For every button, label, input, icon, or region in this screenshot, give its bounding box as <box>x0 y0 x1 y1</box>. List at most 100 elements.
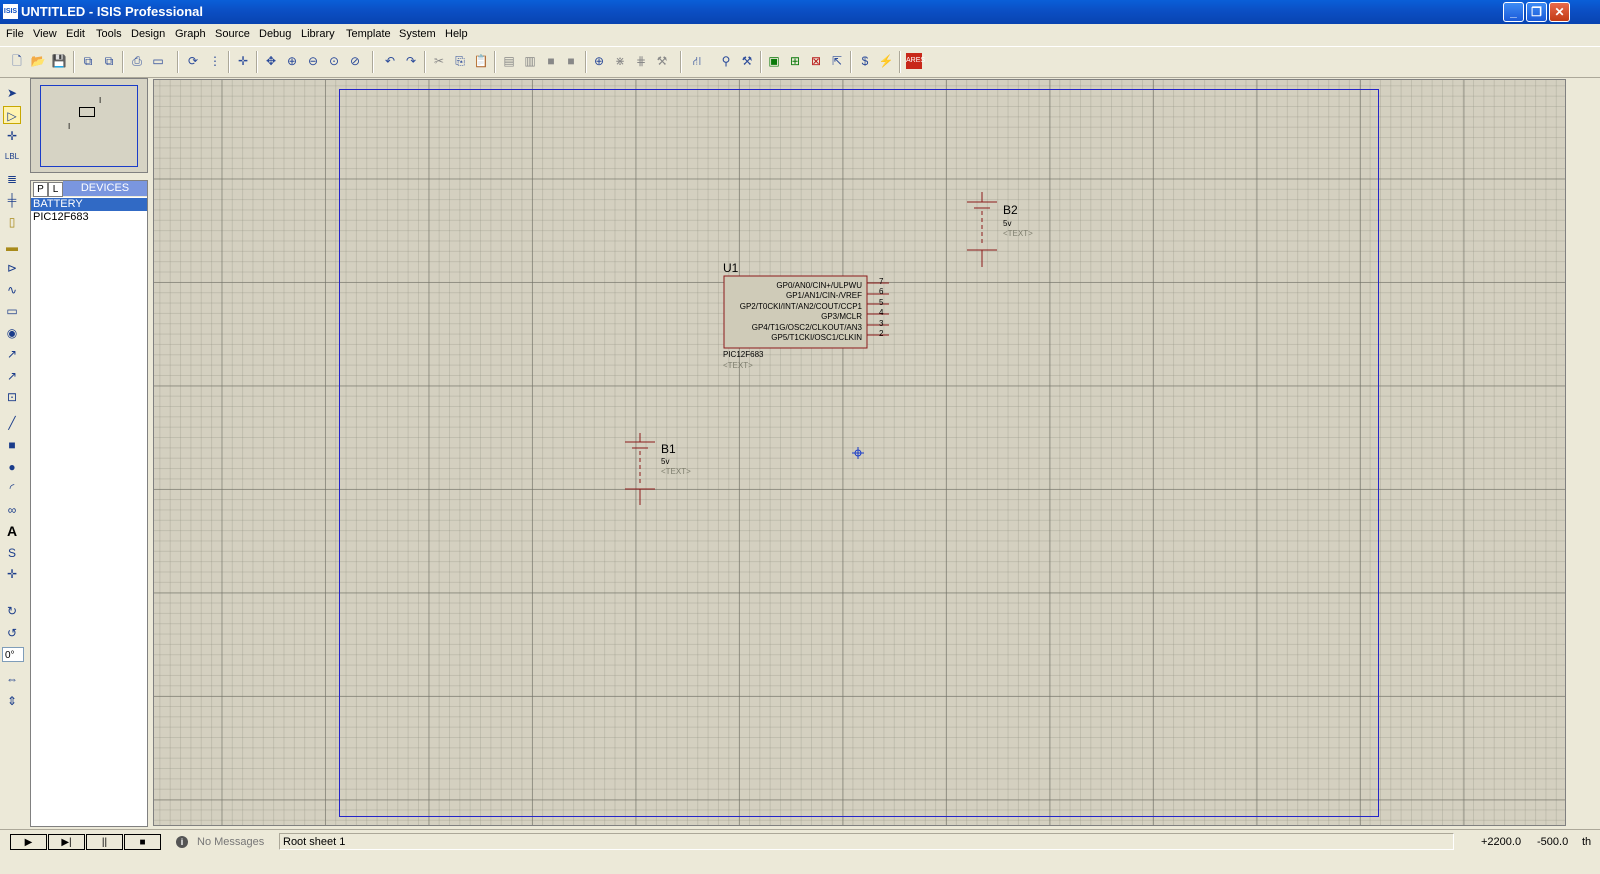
menu-source[interactable]: Source <box>215 28 250 40</box>
tape-recorder-icon[interactable]: ▭ <box>3 302 21 320</box>
sim-step-button[interactable]: ▶| <box>48 834 85 850</box>
text-script-icon[interactable]: ≣ <box>3 170 21 188</box>
make-device-icon[interactable]: ⋇ <box>612 53 628 69</box>
copy-icon[interactable]: ⎘ <box>452 53 468 69</box>
origin-icon[interactable]: ✛ <box>235 53 251 69</box>
b2-reference[interactable]: B2 <box>1003 203 1018 217</box>
redo-icon[interactable]: ↷ <box>403 53 419 69</box>
box-tool-icon[interactable]: ■ <box>3 436 21 454</box>
text-tool-icon[interactable]: A <box>3 522 21 540</box>
property-assignment-icon[interactable]: ⚒ <box>739 53 755 69</box>
terminals-icon[interactable]: ▬ <box>3 238 21 256</box>
pan-icon[interactable]: ✥ <box>263 53 279 69</box>
zoom-in-icon[interactable]: ⊕ <box>284 53 300 69</box>
virtual-instruments-icon[interactable]: ⊡ <box>3 388 21 406</box>
restore-button[interactable]: ❐ <box>1526 2 1547 22</box>
arc-tool-icon[interactable]: ◜ <box>3 479 21 497</box>
search-tag-icon[interactable]: ⚲ <box>718 53 734 69</box>
zoom-all-icon[interactable]: ⊙ <box>326 53 342 69</box>
menu-system[interactable]: System <box>399 28 436 40</box>
b1-reference[interactable]: B1 <box>661 442 676 456</box>
u1-reference[interactable]: U1 <box>723 261 738 275</box>
mirror-horizontal-icon[interactable]: ⇔ <box>3 670 21 688</box>
block-copy-icon[interactable]: ▤ <box>501 53 517 69</box>
buses-icon[interactable]: ╪ <box>3 191 21 209</box>
menu-edit[interactable]: Edit <box>66 28 85 40</box>
electrical-rule-check-icon[interactable]: ⚡ <box>878 53 894 69</box>
menu-template[interactable]: Template <box>346 28 391 40</box>
zoom-area-icon[interactable]: ⊘ <box>347 53 363 69</box>
menu-graph[interactable]: Graph <box>175 28 206 40</box>
library-manager-button[interactable]: L <box>48 182 63 197</box>
netlist-to-ares-icon[interactable]: ARES <box>906 53 925 69</box>
info-icon[interactable]: i <box>176 836 188 848</box>
menu-design[interactable]: Design <box>131 28 165 40</box>
print-icon[interactable]: ⎙ <box>129 53 145 69</box>
grid-toggle-icon[interactable]: ⋮ <box>207 53 223 69</box>
menu-help[interactable]: Help <box>445 28 468 40</box>
new-sheet-icon[interactable]: ⊞ <box>787 53 803 69</box>
selection-mode-icon[interactable]: ➤ <box>3 84 21 102</box>
generator-icon[interactable]: ◉ <box>3 324 21 342</box>
paste-icon[interactable]: 📋 <box>473 53 489 69</box>
component-mode-icon[interactable]: ▷ <box>3 106 21 124</box>
zoom-out-icon[interactable]: ⊖ <box>305 53 321 69</box>
menu-file[interactable]: File <box>6 28 24 40</box>
toolbar-separator <box>177 51 179 73</box>
block-delete-icon[interactable]: ■ <box>563 53 579 69</box>
close-button[interactable]: ✕ <box>1549 2 1570 22</box>
device-pins-icon[interactable]: ⊳ <box>3 259 21 277</box>
path-tool-icon[interactable]: ∞ <box>3 501 21 519</box>
messages-status[interactable]: No Messages <box>197 836 264 848</box>
packaging-tool-icon[interactable]: ⋕ <box>633 53 649 69</box>
mirror-vertical-icon[interactable]: ⇕ <box>3 692 21 710</box>
sim-stop-button[interactable]: ■ <box>124 834 161 850</box>
device-item-battery[interactable]: BATTERY <box>31 198 147 211</box>
device-item-pic12f683[interactable]: PIC12F683 <box>31 211 147 224</box>
design-explorer-icon[interactable]: ▣ <box>766 53 782 69</box>
menu-view[interactable]: View <box>33 28 57 40</box>
title-bar[interactable]: ISIS UNTITLED - ISIS Professional _ ❐ ✕ <box>0 0 1600 24</box>
current-probe-icon[interactable]: ↗ <box>3 367 21 385</box>
line-tool-icon[interactable]: ╱ <box>3 414 21 432</box>
schematic-canvas[interactable]: U1 GP0/AN0/CIN+/ULPWU GP1/AN1/CIN-/VREF … <box>153 79 1566 826</box>
exit-to-parent-icon[interactable]: ⇱ <box>829 53 845 69</box>
sim-pause-button[interactable]: || <box>86 834 123 850</box>
import-section-icon[interactable]: ⧉ <box>80 53 96 69</box>
graph-mode-icon[interactable]: ∿ <box>3 281 21 299</box>
sim-play-button[interactable]: ▶ <box>10 834 47 850</box>
junction-dot-icon[interactable]: ✛ <box>3 127 21 145</box>
rotate-clockwise-icon[interactable]: ↻ <box>3 602 21 620</box>
print-area-icon[interactable]: ▭ <box>150 53 166 69</box>
symbol-tool-icon[interactable]: S <box>3 544 21 562</box>
wire-label-icon[interactable]: LBL <box>3 148 21 166</box>
menu-debug[interactable]: Debug <box>259 28 291 40</box>
decompose-icon[interactable]: ⚒ <box>654 53 670 69</box>
undo-icon[interactable]: ↶ <box>382 53 398 69</box>
overview-window[interactable]: I I <box>30 78 148 173</box>
refresh-icon[interactable]: ⟳ <box>185 53 201 69</box>
wire-autorouter-icon[interactable]: ⛙ <box>689 53 705 69</box>
new-file-icon[interactable]: 🗋 <box>9 53 25 69</box>
export-section-icon[interactable]: ⧉ <box>101 53 117 69</box>
open-file-icon[interactable]: 📂 <box>30 53 46 69</box>
app-icon: ISIS <box>3 4 18 19</box>
pick-device-icon[interactable]: ⊕ <box>591 53 607 69</box>
minimize-button[interactable]: _ <box>1503 2 1524 22</box>
rotation-angle-field[interactable]: 0° <box>2 647 24 662</box>
menu-library[interactable]: Library <box>301 28 335 40</box>
menu-tools[interactable]: Tools <box>96 28 122 40</box>
bill-of-materials-icon[interactable]: $ <box>857 53 873 69</box>
cut-icon[interactable]: ✂ <box>431 53 447 69</box>
overview-component-marker <box>79 107 95 117</box>
remove-sheet-icon[interactable]: ⊠ <box>808 53 824 69</box>
pick-devices-button[interactable]: P <box>33 182 48 197</box>
voltage-probe-icon[interactable]: ↗ <box>3 345 21 363</box>
marker-tool-icon[interactable]: ✛ <box>3 565 21 583</box>
rotate-anticlockwise-icon[interactable]: ↺ <box>3 624 21 642</box>
circle-tool-icon[interactable]: ● <box>3 458 21 476</box>
block-rotate-icon[interactable]: ■ <box>543 53 559 69</box>
block-move-icon[interactable]: ▥ <box>522 53 538 69</box>
subcircuit-icon[interactable]: ▯ <box>3 213 21 231</box>
save-icon[interactable]: 💾 <box>51 53 67 69</box>
